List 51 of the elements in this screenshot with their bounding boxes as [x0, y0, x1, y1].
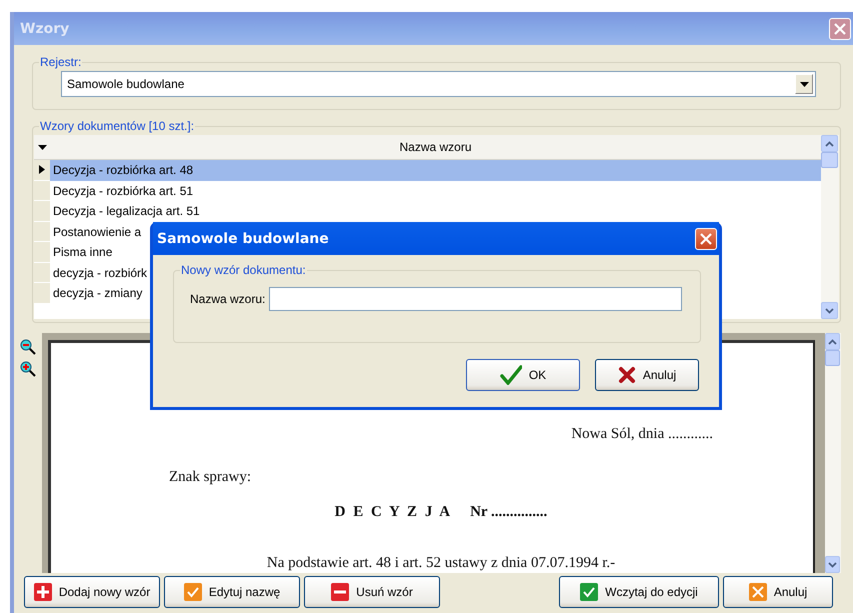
- zoom-in-icon[interactable]: [20, 361, 36, 377]
- scrollbar[interactable]: [825, 333, 841, 573]
- action-button[interactable]: Usuń wzór: [304, 576, 440, 608]
- scroll-up-button[interactable]: [825, 333, 840, 350]
- action-button[interactable]: Dodaj nowy wzór: [24, 576, 160, 608]
- template-row[interactable]: Decyzja - rozbiórka art. 48: [50, 160, 821, 180]
- row-header[interactable]: [34, 160, 50, 180]
- dialog-button[interactable]: OK: [466, 359, 580, 391]
- caret-icon: [38, 142, 46, 152]
- registry-dropdown[interactable]: Samowole budowlane: [61, 71, 816, 97]
- row-pointer-icon: [38, 165, 46, 174]
- check-icon: [500, 365, 522, 385]
- document-text: Na podstawie art. 48 i art. 52 ustawy z dnia 07.07.1994 r.-: [266, 555, 616, 572]
- dialog-button[interactable]: Anuluj: [595, 359, 699, 391]
- caret-icon: [800, 80, 808, 88]
- check-icon: [184, 583, 202, 601]
- scroll-thumb[interactable]: [825, 350, 840, 366]
- document-text: Znak sprawy:: [169, 469, 252, 486]
- document-heading: D E C Y Z J A: [334, 504, 452, 521]
- scroll-down-button[interactable]: [825, 556, 840, 573]
- cross-icon: [618, 366, 636, 384]
- close-icon: [700, 232, 712, 244]
- document-text: Nowa Sól, dnia ............: [570, 426, 713, 443]
- document-text: Nr ...............: [470, 504, 548, 521]
- action-button[interactable]: Anuluj: [723, 576, 833, 608]
- action-button[interactable]: Wczytaj do edycji: [559, 576, 719, 608]
- action-button[interactable]: Edytuj nazwę: [164, 576, 300, 608]
- group-label: Nowy wzór dokumentu:: [180, 263, 307, 277]
- group-label: Wzory dokumentów [10 szt.]:: [39, 119, 196, 133]
- close-button[interactable]: [695, 228, 717, 250]
- dropdown-button[interactable]: [795, 74, 813, 94]
- minus-icon: [331, 583, 350, 601]
- scroll-up-button[interactable]: [821, 135, 838, 152]
- field-label: Nazwa wzoru:: [190, 292, 266, 306]
- dialog-title: Samowole budowlane: [157, 230, 329, 246]
- chevron-down-icon: [825, 308, 834, 314]
- group-label: Rejestr:: [39, 55, 82, 69]
- scrollbar[interactable]: [821, 135, 839, 319]
- window-title: Wzory: [20, 20, 70, 36]
- scroll-thumb[interactable]: [821, 152, 838, 168]
- cross-icon: [748, 583, 767, 601]
- check-icon: [580, 583, 598, 601]
- chevron-up-icon: [828, 338, 837, 344]
- close-button[interactable]: [829, 18, 851, 40]
- zoom-out-icon[interactable]: [20, 339, 36, 355]
- scroll-down-button[interactable]: [821, 302, 838, 319]
- chevron-down-icon: [828, 562, 837, 568]
- name-input[interactable]: [269, 287, 682, 311]
- close-icon: [834, 22, 846, 34]
- chevron-up-icon: [825, 140, 834, 146]
- plus-icon: [34, 583, 52, 601]
